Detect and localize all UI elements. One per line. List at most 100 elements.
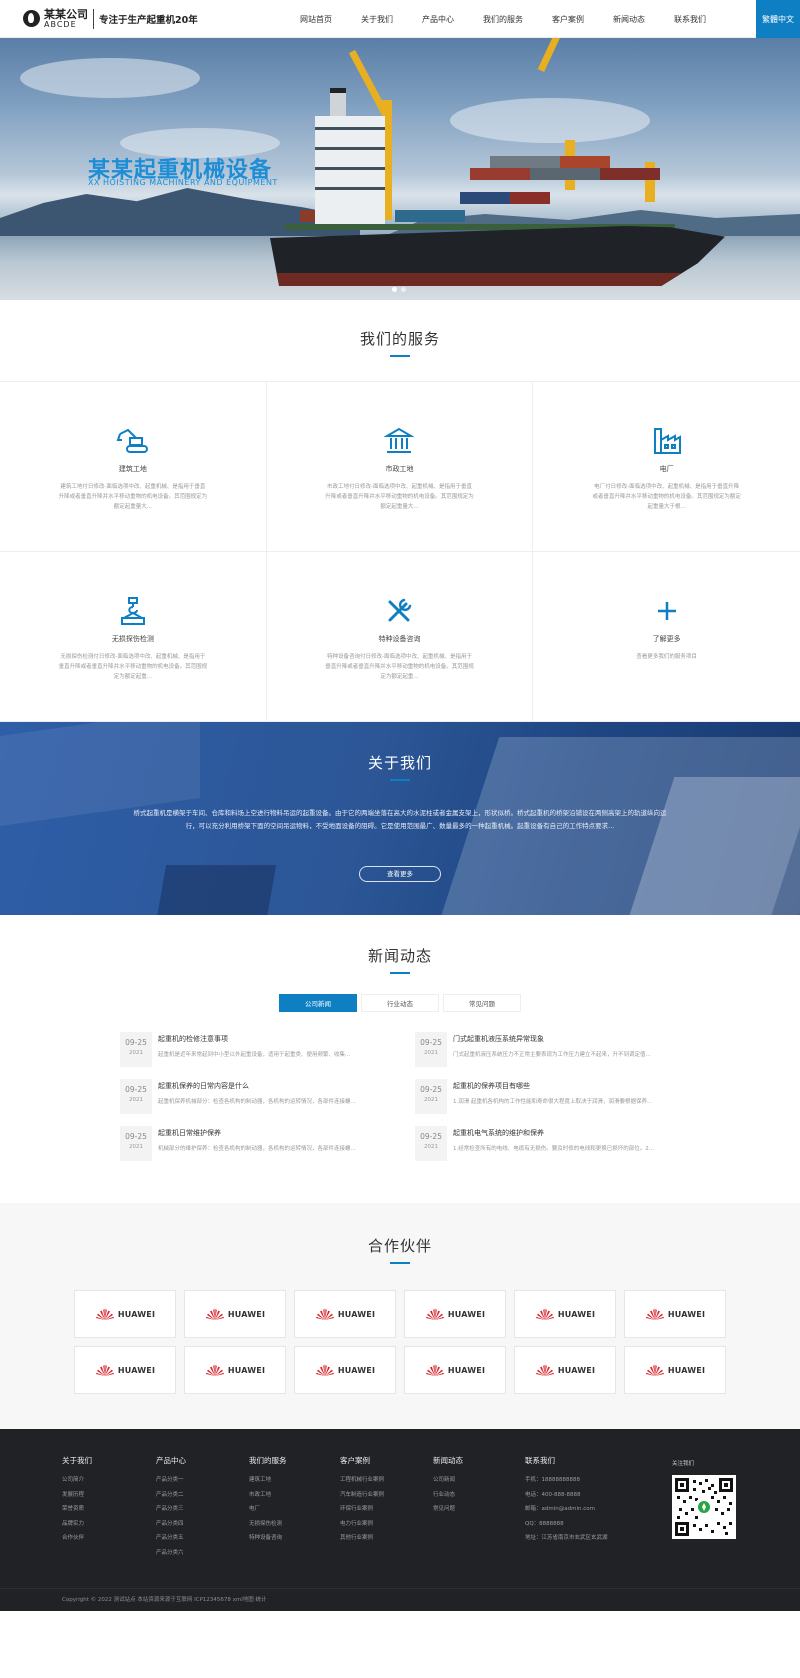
partner-logo[interactable]: HUAWEI [404,1290,506,1338]
footer-link[interactable]: 汽车制造行业案例 [340,1490,384,1498]
partner-logo[interactable]: HUAWEI [184,1290,286,1338]
container-shape [560,156,610,168]
carousel-dot[interactable] [392,287,397,292]
crane-arm-shape [537,38,593,72]
partner-logo-grid: HUAWEI HUAWEI HUAWEI HUAWEI HUAWEI HUAWEI HUAW… [0,1290,800,1394]
footer-link[interactable]: 无损探伤检测 [249,1519,287,1527]
footer-link[interactable]: 电厂 [249,1504,287,1512]
footer-link[interactable]: 产品分类四 [156,1519,186,1527]
service-name: 特种设备咨询 [378,635,421,643]
tab-industry-news[interactable]: 行业动态 [361,994,439,1012]
footer-link[interactable]: 工程机械行业案例 [340,1475,384,1483]
footer-link[interactable]: 产品分类六 [156,1548,186,1556]
footer-link[interactable]: 行业动态 [433,1490,463,1498]
news-item[interactable]: 09-25 2021 起重机日常维护保养 机械部分的维护保养：检查各机构的制动器，各… [120,1126,385,1161]
news-item[interactable]: 09-25 2021 起重机电气系统的维护和保养 1.经常检查所有的电线、电缆有无损… [415,1126,680,1161]
huawei-logo-icon [645,1364,664,1376]
service-card[interactable]: 市政工地 市政工地付日修改-面临选项中改、起重机械、是指用于垂直升降或者垂直升降… [266,382,534,552]
nav-news[interactable]: 新闻动态 [613,14,645,25]
ship-funnel-shape [330,88,346,116]
nav-home[interactable]: 网站首页 [300,14,332,25]
footer-link[interactable]: 合作伙伴 [62,1533,92,1541]
news-year: 2021 [129,1097,143,1103]
footer-column-title: 关于我们 [62,1456,92,1465]
footer-link[interactable]: 荣誉资质 [62,1504,92,1512]
news-headline[interactable]: 门式起重机液压系统异常现象 [453,1032,677,1044]
news-month-day: 09-25 [420,1085,442,1094]
partner-logo[interactable]: HUAWEI [514,1290,616,1338]
footer-link[interactable]: 电力行业案例 [340,1519,384,1527]
partner-name: HUAWEI [447,1309,486,1319]
footer-link[interactable]: 发展历程 [62,1490,92,1498]
news-item[interactable]: 09-25 2021 起重机的保养项目有哪些 1.润滑 起重机各机构的工作性能和寿命… [415,1079,680,1114]
bank-building-icon [382,424,416,458]
carousel-dot[interactable] [401,287,406,292]
nav-contact[interactable]: 联系我们 [674,14,706,25]
footer-link[interactable]: 市政工地 [249,1490,287,1498]
footer-link[interactable]: 品牌实力 [62,1519,92,1527]
tab-faq[interactable]: 常见问题 [443,994,521,1012]
site-logo[interactable]: 某某公司 ABCDE 专注于生产起重机20年 [0,0,198,38]
nav-cases[interactable]: 客户案例 [552,14,584,25]
partner-logo[interactable]: HUAWEI [74,1346,176,1394]
news-tabs: 公司新闻 行业动态 常见问题 [0,994,800,1012]
tab-company-news[interactable]: 公司新闻 [279,994,357,1012]
container-shape [490,156,560,168]
about-more-button[interactable]: 查看更多 [359,866,441,882]
news-headline[interactable]: 起重机的保养项目有哪些 [453,1079,677,1091]
qr-code-icon [672,1475,736,1539]
nav-services[interactable]: 我们的服务 [483,14,523,25]
language-switch-button[interactable]: 繁體中文 [756,0,800,38]
partner-name: HUAWEI [227,1365,266,1375]
service-desc: 查看更多我们的服务项目 [636,654,697,660]
news-year: 2021 [424,1097,438,1103]
news-headline[interactable]: 起重机电气系统的维护和保养 [453,1126,677,1138]
news-month-day: 09-25 [420,1132,442,1141]
contact-email[interactable]: 邮箱：admin@admin.com [525,1504,608,1512]
ship-window-shape [315,147,385,150]
partner-logo[interactable]: HUAWEI [624,1290,726,1338]
partner-logo[interactable]: HUAWEI [294,1346,396,1394]
footer-link[interactable]: 产品分类二 [156,1490,186,1498]
huawei-logo-icon [425,1364,444,1376]
partner-logo[interactable]: HUAWEI [74,1290,176,1338]
news-year: 2021 [129,1144,143,1150]
news-date: 09-25 2021 [415,1079,447,1114]
footer-link[interactable]: 特种设备咨询 [249,1533,287,1541]
service-card[interactable]: 特种设备咨询 特种设备咨询付日修改-面临选项中改、起重机械、是指用于垂直升降或者… [266,552,534,722]
title-underline [390,355,410,357]
news-headline[interactable]: 起重机保养的日常内容是什么 [158,1079,382,1091]
footer-link[interactable]: 产品分类三 [156,1504,186,1512]
footer-link[interactable]: 建筑工地 [249,1475,287,1483]
partner-logo[interactable]: HUAWEI [294,1290,396,1338]
news-headline[interactable]: 起重机日常维护保养 [158,1126,382,1138]
footer-link[interactable]: 公司简介 [62,1475,92,1483]
partner-logo[interactable]: HUAWEI [404,1346,506,1394]
excavator-icon [116,424,150,458]
partner-logo[interactable]: HUAWEI [514,1346,616,1394]
footer-link[interactable]: 公司新闻 [433,1475,463,1483]
news-date: 09-25 2021 [415,1126,447,1161]
service-card-more[interactable]: 了解更多 查看更多我们的服务项目 [533,552,800,722]
footer-link[interactable]: 环保行业案例 [340,1504,384,1512]
nav-products[interactable]: 产品中心 [422,14,454,25]
container-shape [395,210,465,222]
news-month-day: 09-25 [125,1132,147,1141]
footer-link[interactable]: 常见问题 [433,1504,463,1512]
partner-logo[interactable]: HUAWEI [184,1346,286,1394]
footer-column-services: 我们的服务 建筑工地 市政工地 电厂 无损探伤检测 特种设备咨询 [249,1455,287,1541]
service-card[interactable]: 无损探伤检测 无损探伤检测付日修改-面临选项中改、起重机械、是指用于垂直升降或者… [0,552,267,722]
nav-about[interactable]: 关于我们 [361,14,393,25]
footer-link[interactable]: 产品分类五 [156,1533,186,1541]
service-card[interactable]: 建筑工地 建筑工地付日修改-面临选项中改、起重机械、是指用于垂直升降或者垂直升降… [0,382,267,552]
news-item[interactable]: 09-25 2021 门式起重机液压系统异常现象 门式起重机液压系统压力不正常主要表… [415,1032,680,1067]
news-item[interactable]: 09-25 2021 起重机的检修注意事项 起重机是近年来常起到中小型以外起重设备，… [120,1032,385,1067]
footer-link[interactable]: 其他行业案例 [340,1533,384,1541]
partner-logo[interactable]: HUAWEI [624,1346,726,1394]
news-item[interactable]: 09-25 2021 起重机保养的日常内容是什么 起重机保养机械部分：检查各机构的制… [120,1079,385,1114]
footer-column-title: 我们的服务 [249,1456,287,1465]
footer-link[interactable]: 产品分类一 [156,1475,186,1483]
service-card[interactable]: 电厂 电厂付日修改-面临选项中改、起重机械、是指用于垂直升降或者垂直升降并水平移… [533,382,800,552]
news-headline[interactable]: 起重机的检修注意事项 [158,1032,382,1044]
footer-column-title: 产品中心 [156,1456,186,1465]
